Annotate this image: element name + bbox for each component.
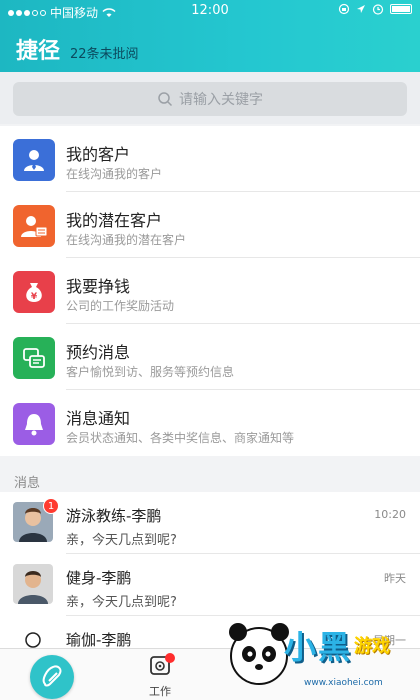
watermark-logo: 小黑 游戏 www.xiaohei.com	[224, 606, 420, 700]
unread-badge: 1	[43, 498, 59, 514]
contact-name: 游泳教练-李鹏	[66, 507, 162, 525]
shortcut-menu: 我的客户 在线沟通我的客户 我的潜在客户 在线沟通我的潜在客户 ¥ 我要挣钱 公…	[0, 126, 420, 456]
watermark-sub: 游戏	[354, 636, 390, 657]
unread-count[interactable]: 22条未批阅	[70, 43, 139, 62]
tab-work[interactable]: 工作	[140, 653, 180, 699]
bell-icon	[13, 403, 55, 445]
menu-item-earn-money[interactable]: ¥ 我要挣钱 公司的工作奖励活动	[0, 258, 420, 324]
menu-item-potential-customers[interactable]: 我的潜在客户 在线沟通我的潜在客户	[0, 192, 420, 258]
person-card-icon	[13, 205, 55, 247]
alarm-icon	[372, 4, 384, 15]
message-preview: 亲，今天几点到呢?	[66, 595, 177, 610]
menu-title: 我的潜在客户	[66, 211, 163, 230]
tab-shortcut[interactable]	[30, 655, 74, 699]
message-time: 昨天	[384, 572, 406, 585]
location-icon	[357, 5, 365, 13]
app-header: 中国移动 12:00 捷径 22条未批阅	[0, 0, 420, 72]
notification-dot	[165, 653, 175, 663]
menu-item-my-customers[interactable]: 我的客户 在线沟通我的客户	[0, 126, 420, 192]
search-icon	[158, 92, 173, 107]
menu-title: 我要挣钱	[66, 277, 131, 296]
section-header: 消息	[0, 462, 420, 492]
message-time: 10:20	[374, 508, 406, 521]
watermark-url: www.xiaohei.com	[304, 678, 383, 688]
lock-rotation-icon	[338, 3, 350, 15]
chat-icon	[13, 337, 55, 379]
menu-subtitle: 在线沟通我的客户	[66, 167, 163, 181]
search-bar-area: 请输入关键字	[0, 72, 420, 124]
avatar	[13, 564, 53, 604]
contact-name: 健身-李鹏	[66, 569, 132, 587]
menu-subtitle: 会员状态通知、各类中奖信息、商家通知等	[66, 431, 295, 445]
search-input[interactable]: 请输入关键字	[13, 82, 407, 116]
menu-item-notifications[interactable]: 消息通知 会员状态通知、各类中奖信息、商家通知等	[0, 390, 420, 456]
search-placeholder: 请输入关键字	[179, 92, 263, 108]
menu-subtitle: 在线沟通我的潜在客户	[66, 233, 187, 247]
message-preview: 亲，今天几点到呢?	[66, 533, 177, 548]
list-item[interactable]: 1 游泳教练-李鹏 亲，今天几点到呢? 10:20	[0, 492, 420, 554]
svg-text:¥: ¥	[31, 292, 38, 302]
battery-icon	[390, 4, 412, 14]
menu-subtitle: 客户愉悦到访、服务等预约信息	[66, 365, 235, 379]
money-bag-icon: ¥	[13, 271, 55, 313]
tab-work-label: 工作	[149, 685, 171, 698]
status-bar: 中国移动 12:00	[0, 0, 420, 22]
contact-name: 瑜伽-李鹏	[66, 631, 132, 649]
shortcut-icon	[42, 665, 62, 687]
menu-subtitle: 公司的工作奖励活动	[66, 299, 175, 313]
menu-title: 我的客户	[66, 145, 131, 164]
watermark-text: 小黑	[284, 628, 353, 666]
page-title: 捷径	[16, 39, 61, 64]
menu-item-appointments[interactable]: 预约消息 客户愉悦到访、服务等预约信息	[0, 324, 420, 390]
person-icon	[13, 139, 55, 181]
menu-title: 消息通知	[66, 409, 131, 428]
menu-title: 预约消息	[66, 343, 131, 362]
